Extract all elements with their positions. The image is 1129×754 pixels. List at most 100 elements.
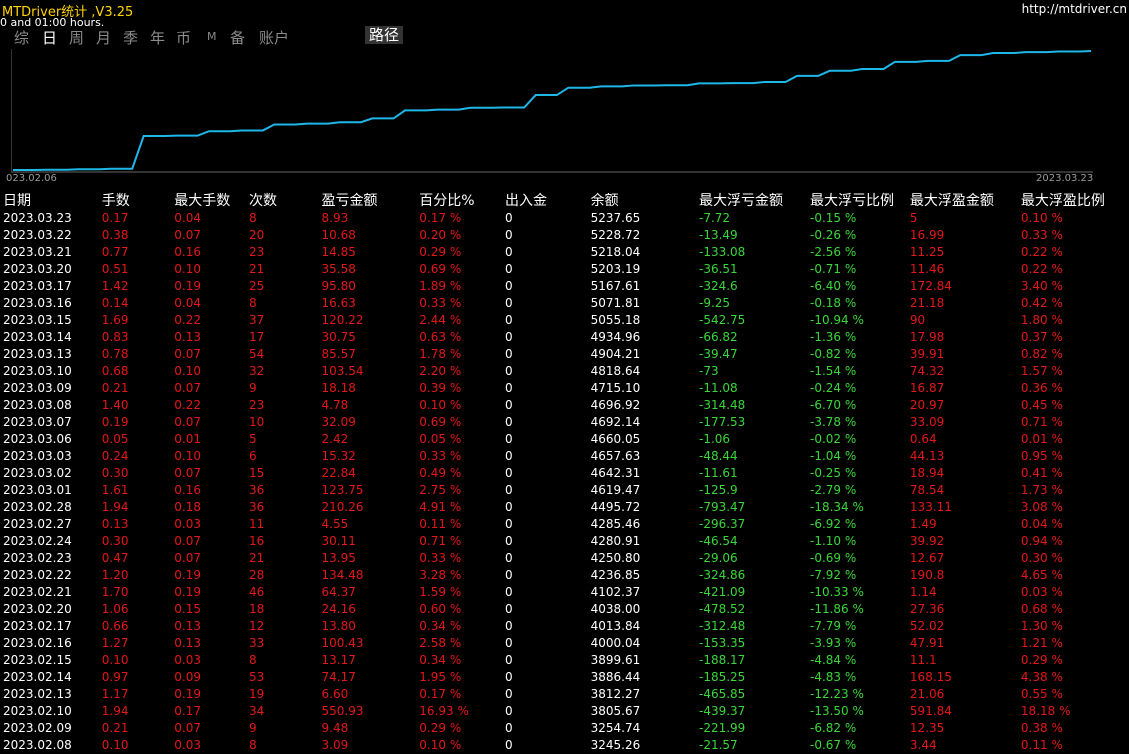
table-row[interactable]: 2023.02.17 0.66 0.13 12 13.80 0.34 % 0 4013.84 -…	[0, 618, 1129, 635]
table-row[interactable]: 2023.03.20 0.51 0.10 21 35.58 0.69 % 0 5203.19 -…	[0, 261, 1129, 278]
balance-chart	[11, 49, 1093, 173]
tab-m[interactable]: M	[207, 30, 217, 43]
cell-max-float-loss: -324.6	[699, 279, 738, 293]
cell-deposit: 0	[505, 245, 513, 259]
table-row[interactable]: 2023.03.14 0.83 0.13 17 30.75 0.63 % 0 4934.96 -…	[0, 329, 1129, 346]
table-row[interactable]: 2023.03.22 0.38 0.07 20 10.68 0.20 % 0 5228.72 -…	[0, 227, 1129, 244]
cell-deposit: 0	[505, 330, 513, 344]
column-header-max-float-loss[interactable]: 最大浮亏金额	[696, 190, 807, 210]
table-row[interactable]: 2023.03.21 0.77 0.16 23 14.85 0.29 % 0 5218.04 -…	[0, 244, 1129, 261]
column-header-max-float-profit-ratio[interactable]: 最大浮盈比例	[1018, 190, 1129, 210]
cell-date: 2023.02.10	[3, 704, 72, 718]
cell-max-float-loss-ratio: -0.18 %	[810, 296, 857, 310]
table-row[interactable]: 2023.02.27 0.13 0.03 11 4.55 0.11 % 0 4285.46 -2…	[0, 516, 1129, 533]
cell-pnl: 16.63	[321, 296, 356, 310]
cell-lots: 1.69	[101, 313, 129, 327]
column-header-max-float-loss-ratio[interactable]: 最大浮亏比例	[807, 190, 907, 210]
table-row[interactable]: 2023.02.09 0.21 0.07 9 9.48 0.29 % 0 3254.74 -22…	[0, 720, 1129, 737]
table-row[interactable]: 2023.03.23 0.17 0.04 8 8.93 0.17 % 0 5237.65 -7.…	[0, 210, 1129, 227]
cell-percent: 0.11 %	[419, 517, 462, 531]
cell-max-lots: 0.07	[174, 415, 202, 429]
table-row[interactable]: 2023.03.09 0.21 0.07 9 18.18 0.39 % 0 4715.10 -1…	[0, 380, 1129, 397]
cell-max-float-profit: 16.99	[909, 228, 945, 242]
cell-count: 6	[248, 449, 257, 463]
table-row[interactable]: 2023.03.16 0.14 0.04 8 16.63 0.33 % 0 5071.81 -9…	[0, 295, 1129, 312]
cell-pnl: 13.17	[321, 653, 356, 667]
table-row[interactable]: 2023.03.10 0.68 0.10 32 103.54 2.20 % 0 4818.64…	[0, 363, 1129, 380]
column-header-balance[interactable]: 余额	[588, 190, 696, 210]
cell-count: 23	[248, 398, 265, 412]
table-row[interactable]: 2023.03.13 0.78 0.07 54 85.57 1.78 % 0 4904.21 -…	[0, 346, 1129, 363]
cell-max-float-loss-ratio: -0.25 %	[810, 466, 857, 480]
table-row[interactable]: 2023.02.21 1.70 0.19 46 64.37 1.59 % 0 4102.37 -…	[0, 584, 1129, 601]
cell-max-lots: 0.22	[174, 398, 202, 412]
balance-series-line	[13, 50, 1092, 171]
cell-lots: 0.83	[101, 330, 129, 344]
cell-max-float-loss: -125.9	[699, 483, 738, 497]
table-row[interactable]: 2023.03.15 1.69 0.22 37 120.22 2.44 % 0 5055.18…	[0, 312, 1129, 329]
tab-quarter[interactable]: 季	[123, 27, 138, 48]
table-row[interactable]: 2023.02.13 1.17 0.19 19 6.60 0.17 % 0 3812.27 -4…	[0, 686, 1129, 703]
table-row[interactable]: 2023.02.14 0.97 0.09 53 74.17 1.95 % 0 3886.44 -…	[0, 669, 1129, 686]
cell-max-lots: 0.03	[174, 738, 202, 752]
column-header-max-float-profit[interactable]: 最大浮盈金额	[907, 190, 1018, 210]
table-row[interactable]: 2023.02.15 0.10 0.03 8 13.17 0.34 % 0 3899.61 -1…	[0, 652, 1129, 669]
cell-count: 12	[248, 619, 265, 633]
cell-balance: 4904.21	[590, 347, 641, 361]
table-row[interactable]: 2023.02.24 0.30 0.07 16 30.11 0.71 % 0 4280.91 -…	[0, 533, 1129, 550]
cell-max-float-profit-ratio: 0.03 %	[1020, 585, 1063, 599]
cell-pnl: 24.16	[321, 602, 356, 616]
table-row[interactable]: 2023.02.08 0.10 0.03 8 3.09 0.10 % 0 3245.26 -21…	[0, 737, 1129, 754]
column-header-pnl[interactable]: 盈亏金额	[319, 190, 417, 210]
table-row[interactable]: 2023.02.20 1.06 0.15 18 24.16 0.60 % 0 4038.00 -…	[0, 601, 1129, 618]
tab-year[interactable]: 年	[150, 27, 165, 48]
cell-max-float-loss: -421.09	[699, 585, 746, 599]
table-row[interactable]: 2023.02.22 1.20 0.19 28 134.48 3.28 % 0 4236.85…	[0, 567, 1129, 584]
table-row[interactable]: 2023.03.08 1.40 0.22 23 4.78 0.10 % 0 4696.92 -3…	[0, 397, 1129, 414]
tab-day[interactable]: 日	[42, 27, 57, 48]
cell-max-lots: 0.04	[174, 296, 202, 310]
cell-max-float-profit-ratio: 0.36 %	[1020, 381, 1063, 395]
table-row[interactable]: 2023.03.06 0.05 0.01 5 2.42 0.05 % 0 4660.05 -1.…	[0, 431, 1129, 448]
cell-pnl: 95.80	[321, 279, 356, 293]
cell-max-float-profit: 52.02	[909, 619, 945, 633]
column-header-deposit[interactable]: 出入金	[502, 190, 588, 210]
cell-max-lots: 0.04	[174, 211, 202, 225]
cell-max-float-profit: 5	[909, 211, 918, 225]
table-row[interactable]: 2023.02.23 0.47 0.07 21 13.95 0.33 % 0 4250.80 -…	[0, 550, 1129, 567]
cell-deposit: 0	[505, 432, 513, 446]
path-button[interactable]: 路径	[365, 26, 403, 44]
table-row[interactable]: 2023.03.03 0.24 0.10 6 15.32 0.33 % 0 4657.63 -4…	[0, 448, 1129, 465]
table-row[interactable]: 2023.03.02 0.30 0.07 15 22.84 0.49 % 0 4642.31 -…	[0, 465, 1129, 482]
tab-currency[interactable]: 币	[176, 27, 191, 48]
cell-pnl: 550.93	[321, 704, 364, 718]
website-link[interactable]: http://mtdriver.cn	[1022, 2, 1127, 16]
tab-week[interactable]: 周	[69, 27, 84, 48]
column-header-max-lots[interactable]: 最大手数	[171, 190, 246, 210]
column-header-lots[interactable]: 手数	[99, 190, 172, 210]
column-header-date[interactable]: 日期	[0, 190, 99, 210]
tab-month[interactable]: 月	[96, 27, 111, 48]
table-row[interactable]: 2023.02.28 1.94 0.18 36 210.26 4.91 % 0 4495.72…	[0, 499, 1129, 516]
tab-summary[interactable]: 综	[14, 27, 29, 48]
cell-lots: 0.14	[101, 296, 129, 310]
cell-max-float-loss: -221.99	[699, 721, 746, 735]
table-row[interactable]: 2023.03.01 1.61 0.16 36 123.75 2.75 % 0 4619.47…	[0, 482, 1129, 499]
table-row[interactable]: 2023.03.17 1.42 0.19 25 95.80 1.89 % 0 5167.61 -…	[0, 278, 1129, 295]
cell-date: 2023.02.13	[3, 687, 72, 701]
tab-backup[interactable]: 备	[230, 27, 245, 48]
cell-max-float-profit: 33.09	[909, 415, 945, 429]
table-row[interactable]: 2023.03.07 0.19 0.07 10 32.09 0.69 % 0 4692.14 -…	[0, 414, 1129, 431]
cell-max-lots: 0.19	[174, 279, 202, 293]
table-row[interactable]: 2023.02.16 1.27 0.13 33 100.43 2.58 % 0 4000.04…	[0, 635, 1129, 652]
tab-account[interactable]: 账户	[259, 27, 289, 48]
column-header-percent[interactable]: 百分比%	[416, 190, 502, 210]
cell-max-float-loss-ratio: -0.71 %	[810, 262, 857, 276]
cell-max-float-profit: 172.84	[909, 279, 952, 293]
cell-max-lots: 0.16	[174, 483, 202, 497]
table-row[interactable]: 2023.02.10 1.94 0.17 34 550.93 16.93 % 0 3805.6…	[0, 703, 1129, 720]
cell-percent: 2.44 %	[419, 313, 462, 327]
cell-pnl: 3.09	[321, 738, 349, 752]
column-header-count[interactable]: 次数	[246, 190, 319, 210]
cell-lots: 0.97	[101, 670, 129, 684]
